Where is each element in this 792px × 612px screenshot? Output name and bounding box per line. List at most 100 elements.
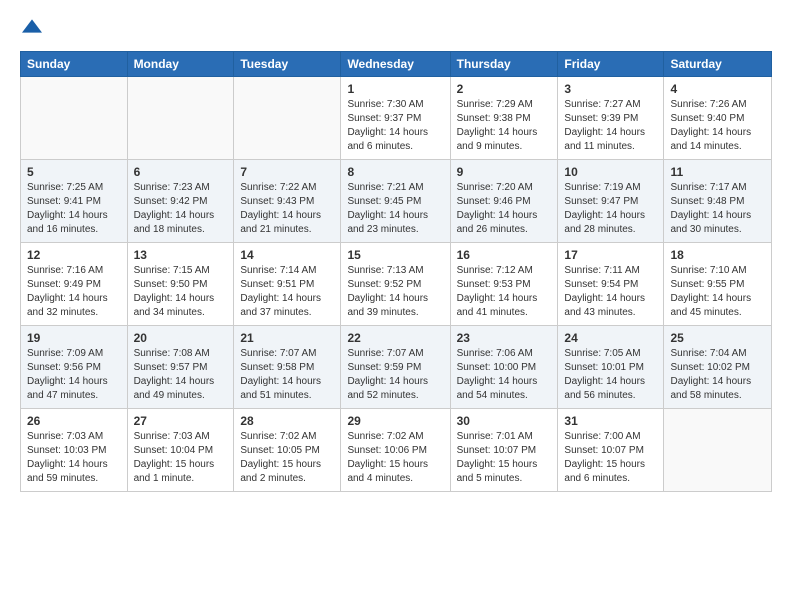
day-info: Sunrise: 7:00 AM Sunset: 10:07 PM Daylig… [564, 430, 657, 486]
day-info: Sunrise: 7:22 AM Sunset: 9:43 PM Dayligh… [240, 181, 334, 237]
calendar-cell: 5 Sunrise: 7:25 AM Sunset: 9:41 PM Daylig… [21, 160, 128, 243]
calendar-cell: 14 Sunrise: 7:14 AM Sunset: 9:51 PM Dayli… [234, 243, 341, 326]
calendar-cell: 30 Sunrise: 7:01 AM Sunset: 10:07 PM Dayl… [450, 409, 558, 492]
day-info: Sunrise: 7:03 AM Sunset: 10:04 PM Daylig… [134, 430, 228, 486]
day-number: 19 [27, 331, 121, 345]
day-of-week-friday: Friday [558, 52, 664, 77]
day-of-week-sunday: Sunday [21, 52, 128, 77]
calendar-cell: 2 Sunrise: 7:29 AM Sunset: 9:38 PM Daylig… [450, 77, 558, 160]
day-of-week-saturday: Saturday [664, 52, 772, 77]
calendar-cell [664, 409, 772, 492]
day-number: 23 [457, 331, 552, 345]
day-info: Sunrise: 7:26 AM Sunset: 9:40 PM Dayligh… [670, 98, 765, 154]
calendar-header: SundayMondayTuesdayWednesdayThursdayFrid… [21, 52, 772, 77]
page: SundayMondayTuesdayWednesdayThursdayFrid… [0, 0, 792, 612]
day-number: 17 [564, 248, 657, 262]
logo-icon [22, 16, 42, 36]
day-of-week-wednesday: Wednesday [341, 52, 450, 77]
day-number: 2 [457, 82, 552, 96]
day-number: 30 [457, 414, 552, 428]
day-info: Sunrise: 7:15 AM Sunset: 9:50 PM Dayligh… [134, 264, 228, 320]
day-number: 28 [240, 414, 334, 428]
day-info: Sunrise: 7:02 AM Sunset: 10:06 PM Daylig… [347, 430, 443, 486]
calendar-cell: 23 Sunrise: 7:06 AM Sunset: 10:00 PM Dayl… [450, 326, 558, 409]
day-info: Sunrise: 7:17 AM Sunset: 9:48 PM Dayligh… [670, 181, 765, 237]
day-info: Sunrise: 7:30 AM Sunset: 9:37 PM Dayligh… [347, 98, 443, 154]
day-of-week-tuesday: Tuesday [234, 52, 341, 77]
header-row: SundayMondayTuesdayWednesdayThursdayFrid… [21, 52, 772, 77]
day-info: Sunrise: 7:25 AM Sunset: 9:41 PM Dayligh… [27, 181, 121, 237]
day-number: 13 [134, 248, 228, 262]
calendar: SundayMondayTuesdayWednesdayThursdayFrid… [20, 51, 772, 492]
day-info: Sunrise: 7:19 AM Sunset: 9:47 PM Dayligh… [564, 181, 657, 237]
week-row-3: 12 Sunrise: 7:16 AM Sunset: 9:49 PM Dayli… [21, 243, 772, 326]
day-info: Sunrise: 7:08 AM Sunset: 9:57 PM Dayligh… [134, 347, 228, 403]
day-number: 12 [27, 248, 121, 262]
calendar-cell: 7 Sunrise: 7:22 AM Sunset: 9:43 PM Daylig… [234, 160, 341, 243]
calendar-cell: 3 Sunrise: 7:27 AM Sunset: 9:39 PM Daylig… [558, 77, 664, 160]
header [20, 16, 772, 41]
day-info: Sunrise: 7:12 AM Sunset: 9:53 PM Dayligh… [457, 264, 552, 320]
day-number: 4 [670, 82, 765, 96]
calendar-cell [127, 77, 234, 160]
calendar-cell: 15 Sunrise: 7:13 AM Sunset: 9:52 PM Dayli… [341, 243, 450, 326]
calendar-cell: 21Sunrise: 7:07 AM Sunset: 9:58 PM Dayli… [234, 326, 341, 409]
day-info: Sunrise: 7:20 AM Sunset: 9:46 PM Dayligh… [457, 181, 552, 237]
day-info: Sunrise: 7:04 AM Sunset: 10:02 PM Daylig… [670, 347, 765, 403]
day-number: 14 [240, 248, 334, 262]
day-of-week-thursday: Thursday [450, 52, 558, 77]
day-number: 21 [240, 331, 334, 345]
day-info: Sunrise: 7:05 AM Sunset: 10:01 PM Daylig… [564, 347, 657, 403]
day-info: Sunrise: 7:01 AM Sunset: 10:07 PM Daylig… [457, 430, 552, 486]
calendar-cell [234, 77, 341, 160]
calendar-cell: 28Sunrise: 7:02 AM Sunset: 10:05 PM Dayl… [234, 409, 341, 492]
day-info: Sunrise: 7:29 AM Sunset: 9:38 PM Dayligh… [457, 98, 552, 154]
day-number: 24 [564, 331, 657, 345]
day-number: 15 [347, 248, 443, 262]
calendar-cell: 31 Sunrise: 7:00 AM Sunset: 10:07 PM Dayl… [558, 409, 664, 492]
day-info: Sunrise: 7:09 AM Sunset: 9:56 PM Dayligh… [27, 347, 121, 403]
calendar-cell: 26 Sunrise: 7:03 AM Sunset: 10:03 PM Dayl… [21, 409, 128, 492]
day-info: Sunrise: 7:07 AM Sunset: 9:59 PM Dayligh… [347, 347, 443, 403]
day-number: 7 [240, 165, 334, 179]
calendar-cell: 24 Sunrise: 7:05 AM Sunset: 10:01 PM Dayl… [558, 326, 664, 409]
day-info: Sunrise: 7:23 AM Sunset: 9:42 PM Dayligh… [134, 181, 228, 237]
day-info: Sunrise: 7:11 AM Sunset: 9:54 PM Dayligh… [564, 264, 657, 320]
day-info: Sunrise: 7:27 AM Sunset: 9:39 PM Dayligh… [564, 98, 657, 154]
day-number: 3 [564, 82, 657, 96]
day-number: 11 [670, 165, 765, 179]
calendar-cell: 4 Sunrise: 7:26 AM Sunset: 9:40 PM Daylig… [664, 77, 772, 160]
week-row-5: 26 Sunrise: 7:03 AM Sunset: 10:03 PM Dayl… [21, 409, 772, 492]
calendar-cell [21, 77, 128, 160]
day-info: Sunrise: 7:13 AM Sunset: 9:52 PM Dayligh… [347, 264, 443, 320]
logo [20, 16, 42, 41]
calendar-cell: 9Sunrise: 7:20 AM Sunset: 9:46 PM Daylig… [450, 160, 558, 243]
day-number: 5 [27, 165, 121, 179]
calendar-cell: 17 Sunrise: 7:11 AM Sunset: 9:54 PM Dayli… [558, 243, 664, 326]
calendar-cell: 8Sunrise: 7:21 AM Sunset: 9:45 PM Daylig… [341, 160, 450, 243]
calendar-cell: 25Sunrise: 7:04 AM Sunset: 10:02 PM Dayl… [664, 326, 772, 409]
week-row-2: 5 Sunrise: 7:25 AM Sunset: 9:41 PM Daylig… [21, 160, 772, 243]
calendar-cell: 13 Sunrise: 7:15 AM Sunset: 9:50 PM Dayli… [127, 243, 234, 326]
day-info: Sunrise: 7:21 AM Sunset: 9:45 PM Dayligh… [347, 181, 443, 237]
calendar-cell: 18Sunrise: 7:10 AM Sunset: 9:55 PM Dayli… [664, 243, 772, 326]
day-info: Sunrise: 7:03 AM Sunset: 10:03 PM Daylig… [27, 430, 121, 486]
day-info: Sunrise: 7:06 AM Sunset: 10:00 PM Daylig… [457, 347, 552, 403]
day-number: 31 [564, 414, 657, 428]
calendar-cell: 16Sunrise: 7:12 AM Sunset: 9:53 PM Dayli… [450, 243, 558, 326]
week-row-1: 1 Sunrise: 7:30 AM Sunset: 9:37 PM Daylig… [21, 77, 772, 160]
calendar-cell: 6 Sunrise: 7:23 AM Sunset: 9:42 PM Daylig… [127, 160, 234, 243]
week-row-4: 19 Sunrise: 7:09 AM Sunset: 9:56 PM Dayli… [21, 326, 772, 409]
day-number: 1 [347, 82, 443, 96]
calendar-body: 1 Sunrise: 7:30 AM Sunset: 9:37 PM Daylig… [21, 77, 772, 492]
calendar-cell: 27Sunrise: 7:03 AM Sunset: 10:04 PM Dayl… [127, 409, 234, 492]
day-of-week-monday: Monday [127, 52, 234, 77]
day-info: Sunrise: 7:14 AM Sunset: 9:51 PM Dayligh… [240, 264, 334, 320]
day-number: 6 [134, 165, 228, 179]
calendar-cell: 19 Sunrise: 7:09 AM Sunset: 9:56 PM Dayli… [21, 326, 128, 409]
calendar-cell: 12 Sunrise: 7:16 AM Sunset: 9:49 PM Dayli… [21, 243, 128, 326]
day-number: 29 [347, 414, 443, 428]
day-number: 26 [27, 414, 121, 428]
day-info: Sunrise: 7:16 AM Sunset: 9:49 PM Dayligh… [27, 264, 121, 320]
calendar-cell: 29 Sunrise: 7:02 AM Sunset: 10:06 PM Dayl… [341, 409, 450, 492]
